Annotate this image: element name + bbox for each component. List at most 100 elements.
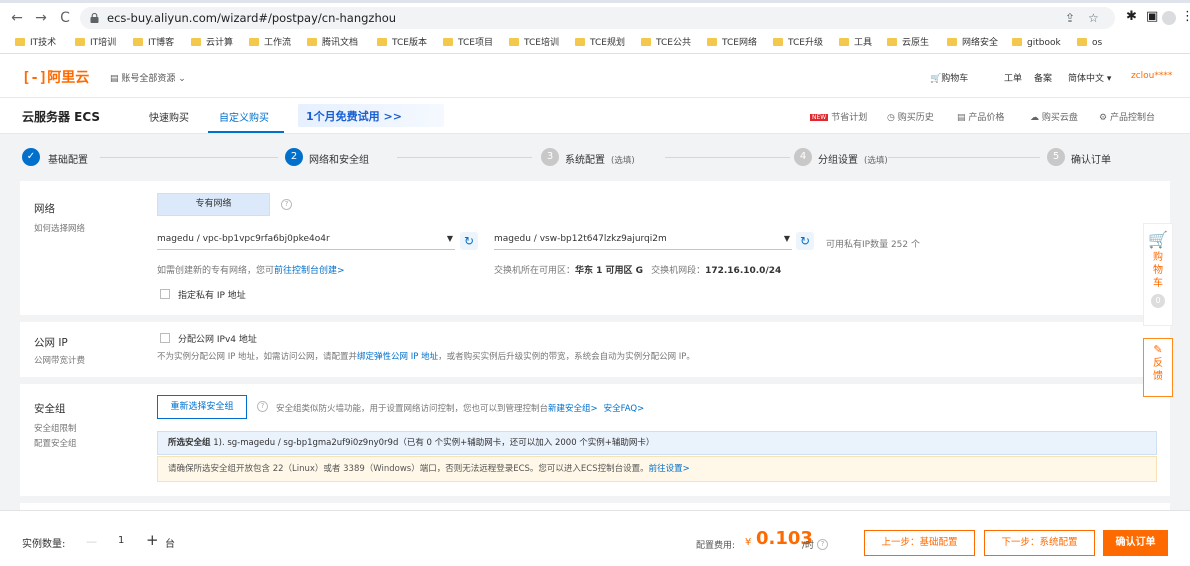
bookmark-folder[interactable]: 云原生 xyxy=(887,36,929,50)
menu-icon[interactable]: ⋮ xyxy=(1181,9,1190,24)
folder-icon xyxy=(773,38,783,46)
folder-icon xyxy=(75,38,85,46)
step-connector xyxy=(665,157,790,158)
bookmark-folder[interactable]: 工具 xyxy=(839,36,872,50)
bookmark-folder[interactable]: 网络安全 xyxy=(947,36,998,50)
bookmark-folder[interactable]: TCE项目 xyxy=(443,36,493,50)
step-3[interactable]: 系统配置 (选填) xyxy=(565,151,635,166)
vswitch-select[interactable]: magedu / vsw-bp12t647lzkz9ajurqi2m ▼ xyxy=(494,234,792,250)
reselect-sg-button[interactable]: 重新选择安全组 xyxy=(157,395,247,419)
filing-link[interactable]: 备案 xyxy=(1034,71,1052,84)
purchase-footer: 实例数量: — 1 + 台 配置费用: ¥ 0.103 /时 ? 上一步：基础配… xyxy=(0,510,1190,566)
go-settings-link[interactable]: 前往设置> xyxy=(649,464,690,474)
assign-public-ip-checkbox[interactable] xyxy=(160,333,170,343)
help-icon[interactable]: ? xyxy=(281,199,292,210)
bookmark-folder[interactable]: gitbook xyxy=(1012,36,1061,50)
security-group-title: 安全组 xyxy=(34,403,66,415)
extension-icon[interactable]: ✱ xyxy=(1126,9,1137,24)
step-2-number: 2 xyxy=(285,148,303,166)
bookmark-folder[interactable]: 腾讯文档 xyxy=(307,36,358,50)
step-3-optional: (选填) xyxy=(611,156,635,166)
cart-label: 购物车 xyxy=(941,74,969,84)
create-vpc-link[interactable]: 前往控制台创建> xyxy=(274,266,345,276)
folder-icon xyxy=(509,38,519,46)
bookmark-folder[interactable]: TCE网络 xyxy=(707,36,757,50)
bookmark-label: TCE规划 xyxy=(590,38,625,48)
bookmark-folder[interactable]: os xyxy=(1077,36,1102,50)
vpc-type-button[interactable]: 专有网络 xyxy=(157,193,270,216)
sg-faq-link[interactable]: 安全FAQ> xyxy=(604,404,645,414)
back-icon[interactable]: ← xyxy=(8,9,26,27)
bookmark-label: 工作流 xyxy=(264,38,292,48)
qty-plus-button[interactable]: + xyxy=(146,531,159,549)
bookmark-label: TCE升级 xyxy=(788,38,823,48)
selected-sg-bar: 所选安全组 1). sg-magedu / sg-bp1gma2uf9i0z9n… xyxy=(157,431,1157,455)
step-4[interactable]: 分组设置 (选填) xyxy=(818,151,888,166)
float-feedback[interactable]: ✎ 反馈 xyxy=(1143,338,1173,397)
free-trial-banner[interactable]: 1个月免费试用 >> xyxy=(298,104,444,127)
bind-eip-link[interactable]: 绑定弹性公网 IP 地址 xyxy=(357,352,438,362)
purchase-history-link[interactable]: ◷ 购买历史 xyxy=(887,110,934,123)
language-selector[interactable]: 简体中文 ▾ xyxy=(1068,71,1111,84)
forward-icon[interactable]: → xyxy=(32,9,50,27)
user-menu[interactable]: zclou**** xyxy=(1131,71,1172,81)
sg-limit-link[interactable]: 安全组限制 xyxy=(34,422,77,434)
tab-quick-buy[interactable]: 快速购买 xyxy=(149,109,189,124)
bookmark-folder[interactable]: IT博客 xyxy=(133,36,174,50)
document-icon: ▤ xyxy=(957,113,966,123)
vpc-select[interactable]: magedu / vpc-bp1vpc9rfa6bj0pke4o4r ▼ xyxy=(157,234,455,250)
selected-sg-value: 1). sg-magedu / sg-bp1gma2uf9i0z9ny0r9d（… xyxy=(213,438,655,448)
savings-plan-link[interactable]: NEW 节省计划 xyxy=(810,110,867,123)
confirm-order-button[interactable]: 确认订单 xyxy=(1103,530,1168,556)
buy-disk-link[interactable]: ☁ 购买云盘 xyxy=(1030,110,1078,123)
prev-step-button[interactable]: 上一步：基础配置 xyxy=(864,530,975,556)
bookmark-folder[interactable]: TCE规划 xyxy=(575,36,625,50)
step-1-check-icon[interactable]: ✓ xyxy=(22,148,40,166)
bookmark-folder[interactable]: IT培训 xyxy=(75,36,116,50)
network-section: 网络 如何选择网络 专有网络 ? magedu / vpc-bp1vpc9rfa… xyxy=(20,181,1170,315)
help-icon[interactable]: ? xyxy=(817,539,828,550)
bookmark-label: IT技术 xyxy=(30,38,57,48)
qty-input[interactable]: 1 xyxy=(118,535,124,546)
account-selector[interactable]: ▤ 账号全部资源 ⌄ xyxy=(110,71,186,84)
private-ip-checkbox[interactable] xyxy=(160,289,170,299)
reload-icon[interactable]: C xyxy=(56,9,74,27)
bookmark-folder[interactable]: TCE公共 xyxy=(641,36,691,50)
ticket-link[interactable]: 工单 xyxy=(1004,71,1022,84)
help-icon[interactable]: ? xyxy=(257,401,268,412)
console-link[interactable]: ⚙ 产品控制台 xyxy=(1099,110,1155,123)
folder-icon xyxy=(575,38,585,46)
network-help-link[interactable]: 如何选择网络 xyxy=(34,222,85,234)
cart-link[interactable]: 🛒购物车 xyxy=(930,71,968,84)
new-sg-link[interactable]: 新建安全组> xyxy=(548,404,598,414)
next-step-button[interactable]: 下一步：系统配置 xyxy=(984,530,1095,556)
float-cart[interactable]: 🛒 购物车 0 xyxy=(1143,223,1173,326)
refresh-vpc-icon[interactable]: ↻ xyxy=(460,232,478,250)
refresh-vswitch-icon[interactable]: ↻ xyxy=(796,232,814,250)
product-price-link[interactable]: ▤ 产品价格 xyxy=(957,110,1004,123)
qty-minus-button[interactable]: — xyxy=(86,535,97,548)
share-icon[interactable]: ⇪ xyxy=(1065,11,1075,25)
bookmark-folder[interactable]: 工作流 xyxy=(249,36,291,50)
configure-sg-link[interactable]: 配置安全组 xyxy=(34,437,77,449)
bookmark-folder[interactable]: TCE升级 xyxy=(773,36,823,50)
bookmark-folder[interactable]: TCE培训 xyxy=(509,36,559,50)
product-title: 云服务器 ECS xyxy=(22,110,101,124)
cidr-value: 172.16.10.0/24 xyxy=(705,266,782,276)
step-1-label[interactable]: 基础配置 xyxy=(48,151,88,166)
language-label: 简体中文 xyxy=(1068,74,1105,84)
dropdown-arrow-icon: ▼ xyxy=(446,234,453,243)
profile-avatar[interactable] xyxy=(1162,11,1176,25)
qty-unit: 台 xyxy=(165,539,175,550)
tab-custom-buy[interactable]: 自定义购买 xyxy=(219,109,269,124)
sidepanel-icon[interactable]: ▣ xyxy=(1146,9,1158,24)
aliyun-logo[interactable]: [-]阿里云 xyxy=(22,67,89,87)
bookmark-folder[interactable]: TCE版本 xyxy=(377,36,427,50)
bookmark-folder[interactable]: IT技术 xyxy=(15,36,56,50)
bandwidth-billing-link[interactable]: 公网带宽计费 xyxy=(34,354,85,366)
selected-sg-label: 所选安全组 xyxy=(168,438,211,448)
star-icon[interactable]: ☆ xyxy=(1088,11,1099,25)
url-input[interactable]: ecs-buy.aliyun.com/wizard#/postpay/cn-ha… xyxy=(80,7,1115,29)
bookmark-folder[interactable]: 云计算 xyxy=(191,36,233,50)
public-ip-desc: 不为实例分配公网 IP 地址，如需访问公网，请配置并绑定弹性公网 IP 地址，或… xyxy=(157,350,695,362)
